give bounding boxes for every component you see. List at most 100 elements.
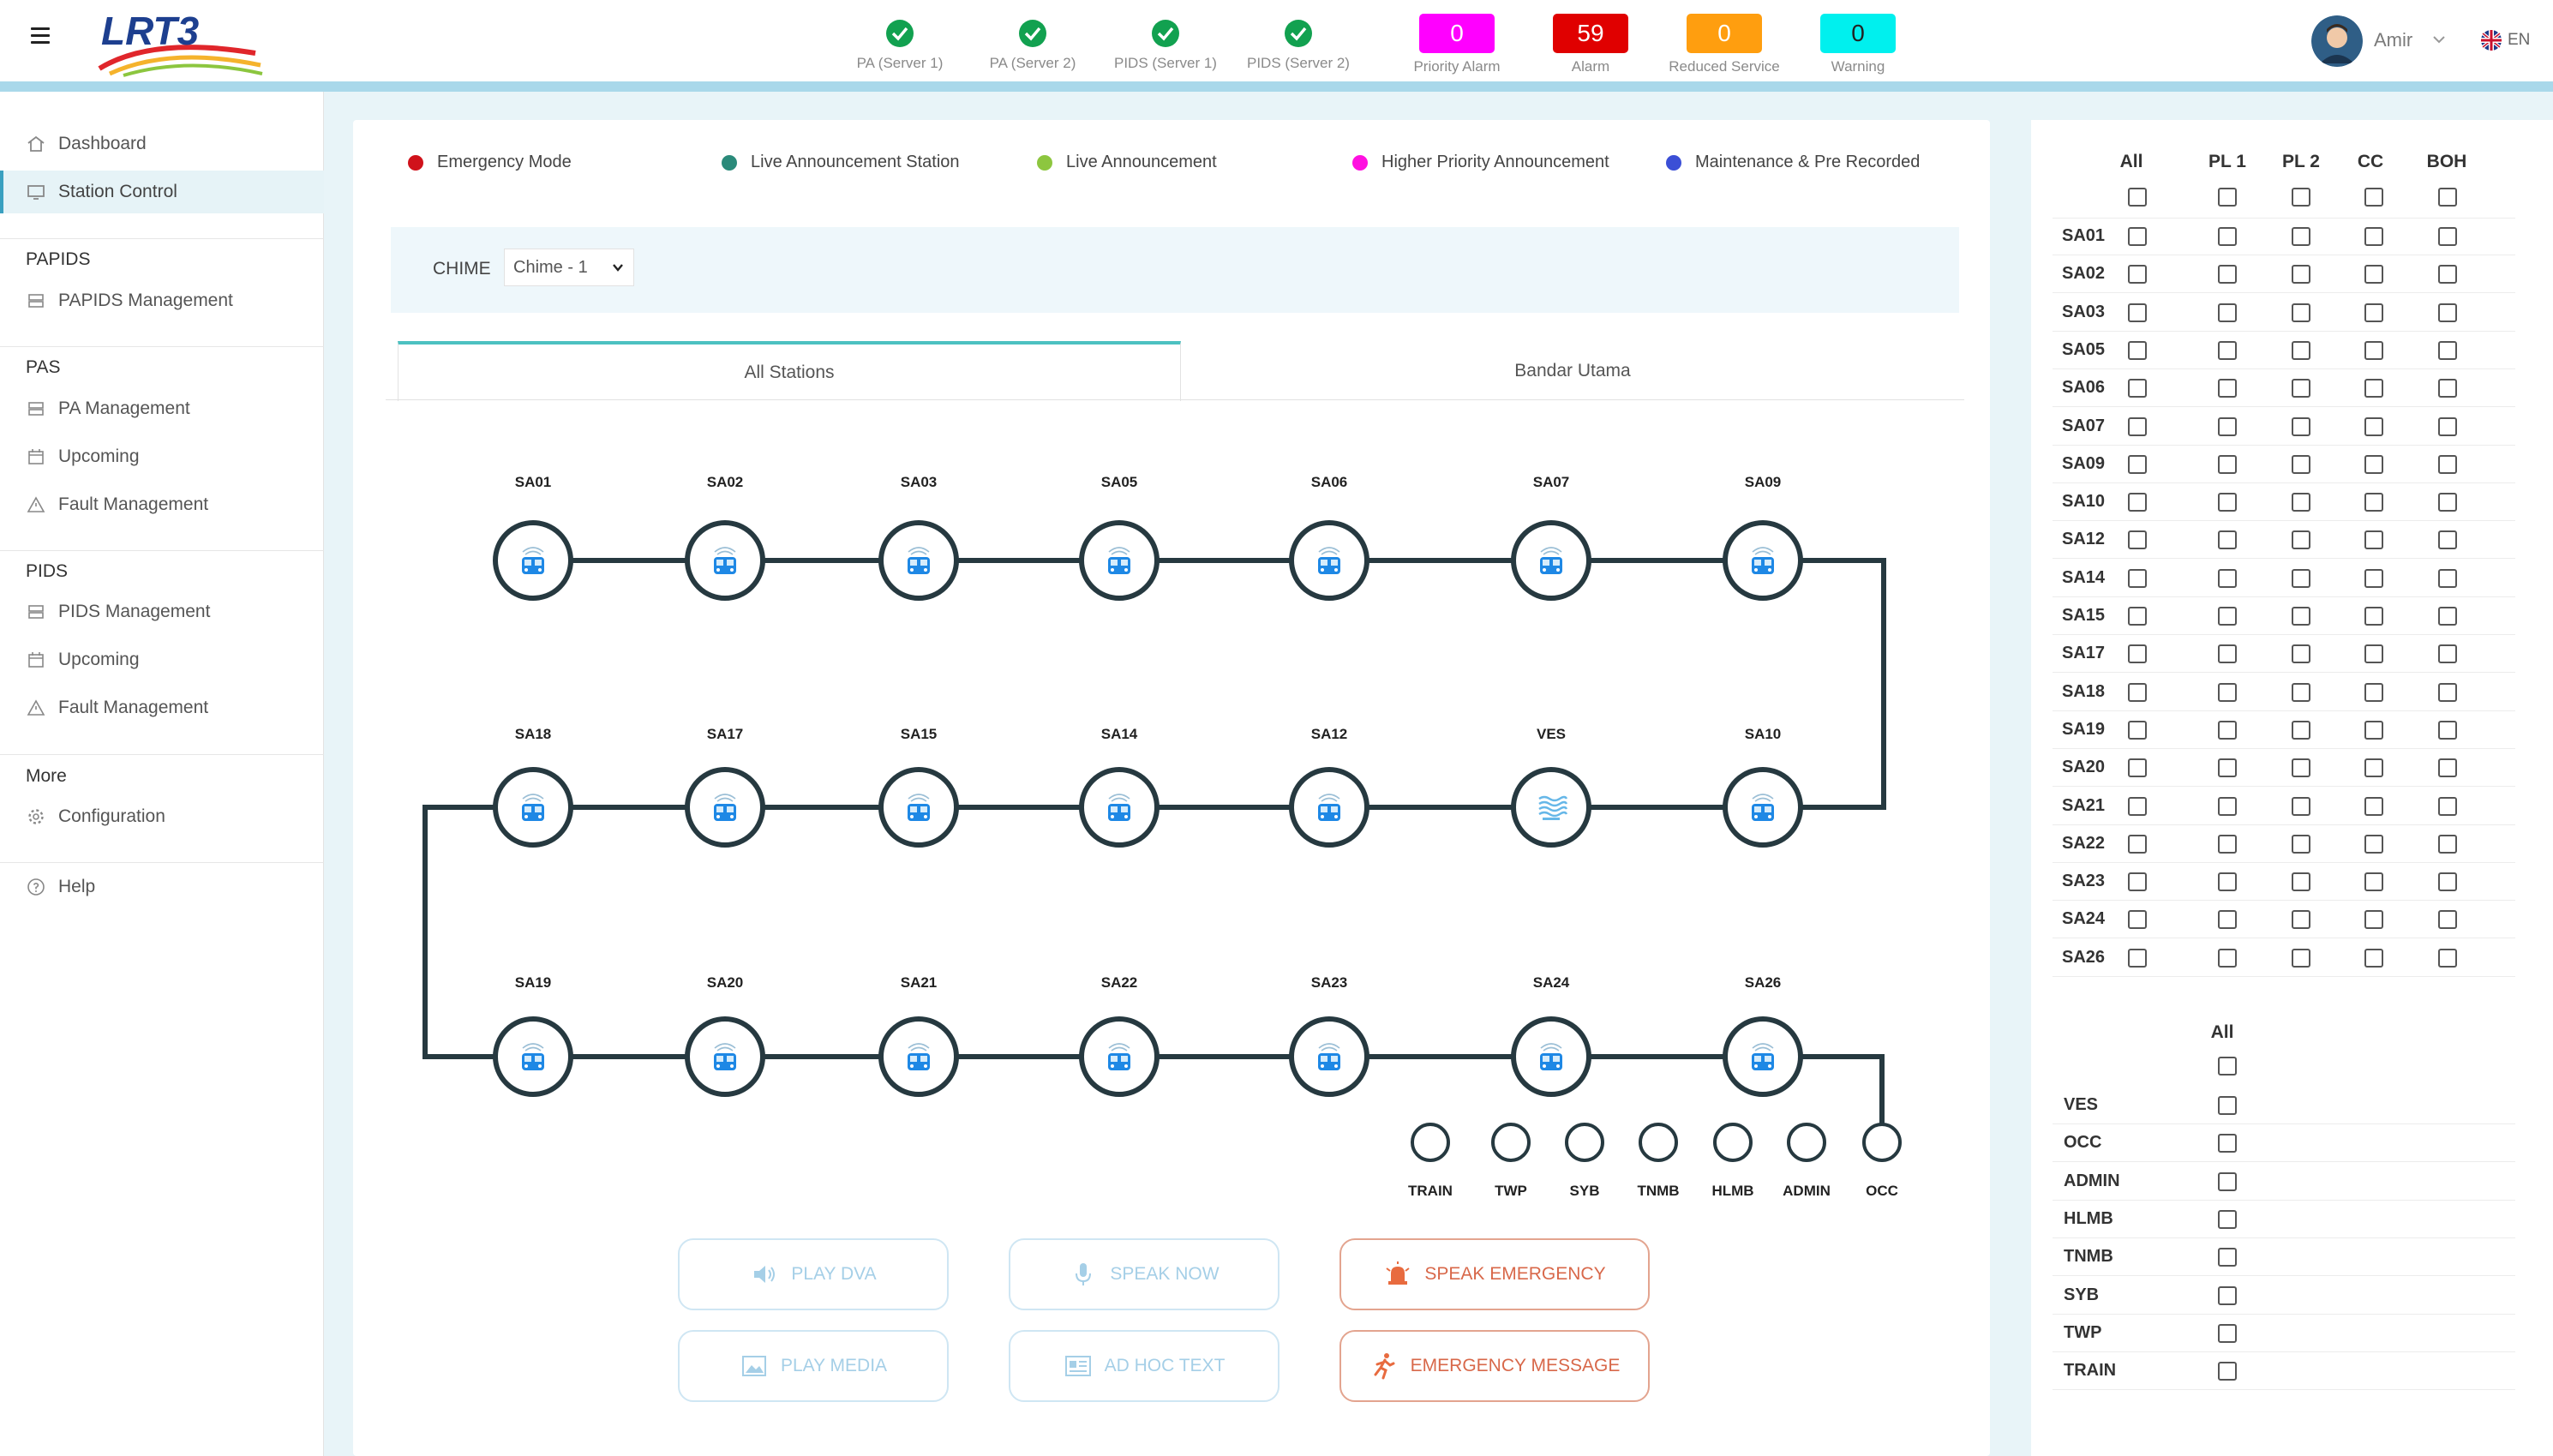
chevron-down-icon[interactable] (2430, 31, 2448, 48)
checkbox-sa26-pl-1[interactable] (2218, 948, 2237, 968)
checkbox-sa19-pl-1[interactable] (2218, 720, 2237, 740)
station-node-sa18[interactable] (493, 767, 573, 848)
emergency-message-button[interactable]: EMERGENCY MESSAGE (1339, 1330, 1650, 1402)
checkbox-sa24-cc[interactable] (2364, 910, 2383, 930)
station-node-sa01[interactable] (493, 520, 573, 601)
checkbox-sa19-cc[interactable] (2364, 720, 2383, 740)
select-all-cc-checkbox[interactable] (2364, 188, 2383, 207)
node-tnmb[interactable] (1639, 1123, 1678, 1162)
node-twp[interactable] (1491, 1123, 1531, 1162)
checkbox-sa18-cc[interactable] (2364, 682, 2383, 702)
checkbox-occ[interactable] (2218, 1134, 2237, 1153)
user-name[interactable]: Amir (2374, 29, 2412, 51)
checkbox-syb[interactable] (2218, 1285, 2237, 1305)
checkbox-sa18-boh[interactable] (2438, 682, 2457, 702)
checkbox-sa02-pl-2[interactable] (2292, 265, 2310, 285)
play-media-button[interactable]: PLAY MEDIA (678, 1330, 949, 1402)
checkbox-sa10-pl-2[interactable] (2292, 493, 2310, 512)
checkbox-sa24-pl-2[interactable] (2292, 910, 2310, 930)
node-hlmb[interactable] (1713, 1123, 1753, 1162)
tab-bandar-utama[interactable]: Bandar Utama (1181, 341, 1964, 401)
checkbox-sa26-all[interactable] (2128, 948, 2147, 968)
station-node-sa21[interactable] (878, 1016, 959, 1097)
sidebar-item-pids-management[interactable]: PIDS Management (0, 590, 324, 633)
checkbox-sa03-boh[interactable] (2438, 303, 2457, 322)
checkbox-sa12-cc[interactable] (2364, 530, 2383, 550)
counter-value[interactable]: 0 (1820, 14, 1896, 53)
checkbox-sa05-pl-1[interactable] (2218, 340, 2237, 360)
station-node-sa06[interactable] (1289, 520, 1369, 601)
station-node-sa10[interactable] (1723, 767, 1803, 848)
checkbox-sa14-cc[interactable] (2364, 568, 2383, 588)
checkbox-sa12-pl-1[interactable] (2218, 530, 2237, 550)
checkbox-sa20-cc[interactable] (2364, 758, 2383, 778)
checkbox-tnmb[interactable] (2218, 1248, 2237, 1267)
menu-toggle-icon[interactable] (31, 27, 50, 44)
checkbox-sa17-pl-2[interactable] (2292, 644, 2310, 664)
checkbox-admin[interactable] (2218, 1171, 2237, 1191)
checkbox-sa18-pl-2[interactable] (2292, 682, 2310, 702)
station-node-sa09[interactable] (1723, 520, 1803, 601)
checkbox-sa24-pl-1[interactable] (2218, 910, 2237, 930)
sidebar-item-pids-fault-management[interactable]: Fault Management (0, 686, 324, 729)
checkbox-sa01-pl-1[interactable] (2218, 227, 2237, 246)
checkbox-sa19-pl-2[interactable] (2292, 720, 2310, 740)
sidebar-item-papids-management[interactable]: PAPIDS Management (0, 279, 324, 322)
checkbox-sa20-pl-1[interactable] (2218, 758, 2237, 778)
checkbox-sa12-pl-2[interactable] (2292, 530, 2310, 550)
checkbox-twp[interactable] (2218, 1323, 2237, 1343)
checkbox-sa18-all[interactable] (2128, 682, 2147, 702)
checkbox-sa17-pl-1[interactable] (2218, 644, 2237, 664)
checkbox-sa02-pl-1[interactable] (2218, 265, 2237, 285)
select-all-pl-1-checkbox[interactable] (2218, 188, 2237, 207)
station-node-sa05[interactable] (1079, 520, 1160, 601)
checkbox-sa23-pl-1[interactable] (2218, 872, 2237, 892)
checkbox-sa24-all[interactable] (2128, 910, 2147, 930)
checkbox-sa09-boh[interactable] (2438, 454, 2457, 474)
checkbox-sa03-pl-2[interactable] (2292, 303, 2310, 322)
node-admin[interactable] (1787, 1123, 1826, 1162)
checkbox-sa15-cc[interactable] (2364, 607, 2383, 626)
checkbox-sa22-pl-2[interactable] (2292, 834, 2310, 854)
checkbox-sa23-all[interactable] (2128, 872, 2147, 892)
uk-flag-icon[interactable] (2480, 29, 2502, 51)
sidebar-item-pa-management[interactable]: PA Management (0, 387, 324, 430)
checkbox-sa07-pl-1[interactable] (2218, 416, 2237, 436)
checkbox-sa22-all[interactable] (2128, 834, 2147, 854)
station-node-sa03[interactable] (878, 520, 959, 601)
checkbox-sa03-cc[interactable] (2364, 303, 2383, 322)
checkbox-sa05-pl-2[interactable] (2292, 340, 2310, 360)
checkbox-sa05-all[interactable] (2128, 340, 2147, 360)
checkbox-sa12-boh[interactable] (2438, 530, 2457, 550)
station-node-sa19[interactable] (493, 1016, 573, 1097)
checkbox-sa20-all[interactable] (2128, 758, 2147, 778)
checkbox-sa14-pl-1[interactable] (2218, 568, 2237, 588)
select-all-pl-2-checkbox[interactable] (2292, 188, 2310, 207)
speak-emergency-button[interactable]: SPEAK EMERGENCY (1339, 1238, 1650, 1310)
station-node-sa20[interactable] (685, 1016, 765, 1097)
tab-all-stations[interactable]: All Stations (398, 341, 1181, 401)
counter-reduced-service[interactable]: 0 Reduced Service (1656, 14, 1793, 75)
station-node-sa26[interactable] (1723, 1016, 1803, 1097)
checkbox-sa23-cc[interactable] (2364, 872, 2383, 892)
user-avatar[interactable] (2311, 15, 2363, 67)
checkbox-hlmb[interactable] (2218, 1209, 2237, 1229)
brand-logo[interactable]: LRT3 (93, 5, 264, 77)
checkbox-sa07-pl-2[interactable] (2292, 416, 2310, 436)
checkbox-sa02-all[interactable] (2128, 265, 2147, 285)
checkbox-sa15-all[interactable] (2128, 607, 2147, 626)
station-node-ves[interactable] (1511, 767, 1591, 848)
sidebar-item-help[interactable]: Help (0, 866, 324, 908)
station-node-sa22[interactable] (1079, 1016, 1160, 1097)
checkbox-sa14-pl-2[interactable] (2292, 568, 2310, 588)
checkbox-sa10-all[interactable] (2128, 493, 2147, 512)
station-node-sa02[interactable] (685, 520, 765, 601)
checkbox-sa26-cc[interactable] (2364, 948, 2383, 968)
checkbox-sa01-boh[interactable] (2438, 227, 2457, 246)
checkbox-sa17-boh[interactable] (2438, 644, 2457, 664)
sidebar-item-station-control[interactable]: Station Control (0, 171, 324, 213)
checkbox-sa10-boh[interactable] (2438, 493, 2457, 512)
checkbox-sa05-cc[interactable] (2364, 340, 2383, 360)
station-node-sa15[interactable] (878, 767, 959, 848)
counter-priority-alarm[interactable]: 0 Priority Alarm (1388, 14, 1525, 75)
